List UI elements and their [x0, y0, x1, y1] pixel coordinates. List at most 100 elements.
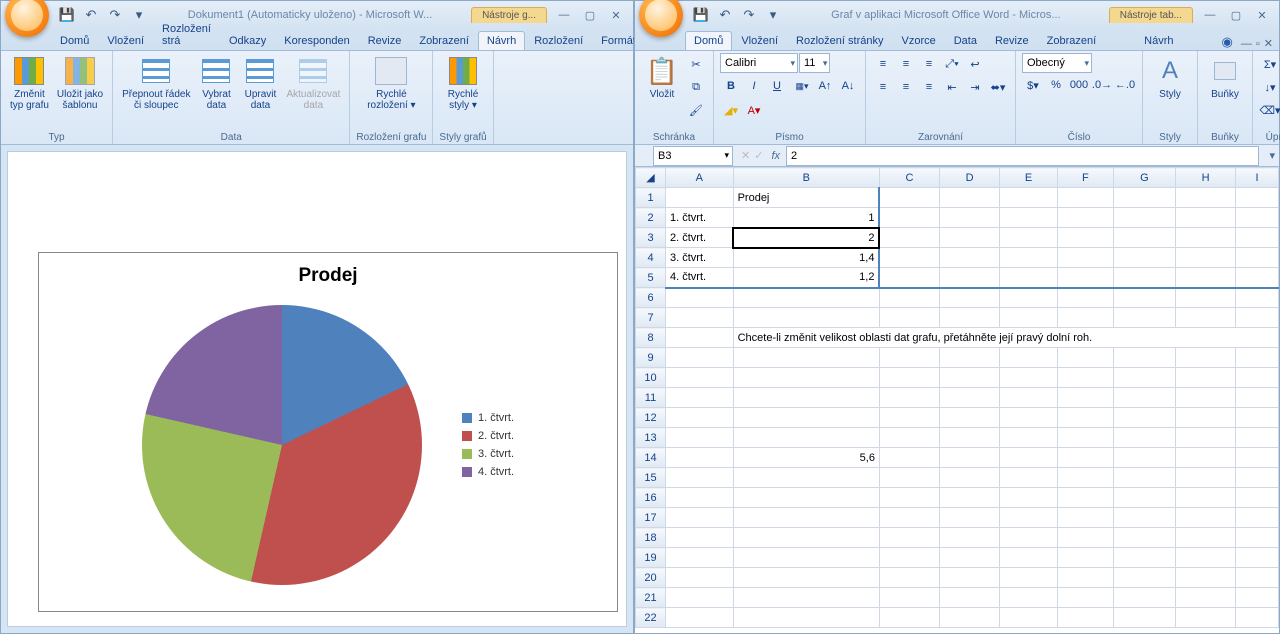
doc-close-icon[interactable]: ✕: [1264, 37, 1273, 50]
col-header[interactable]: G: [1113, 168, 1175, 188]
cell-selected[interactable]: 2: [733, 228, 879, 248]
shrink-font-icon[interactable]: A↓: [837, 75, 859, 97]
align-center-icon[interactable]: ≡: [895, 76, 917, 98]
tab-zobrazeni[interactable]: Zobrazení: [1038, 31, 1106, 50]
cut-icon[interactable]: ✂: [685, 53, 707, 75]
merge-center-icon[interactable]: ⬌▾: [987, 76, 1009, 98]
decrease-decimal-icon[interactable]: ←.0: [1114, 74, 1136, 96]
row-header[interactable]: 21: [636, 588, 666, 608]
row-header[interactable]: 19: [636, 548, 666, 568]
spreadsheet-grid[interactable]: ◢ A B C D E F G H I 1Prodej 21. čtvrt.1 …: [635, 167, 1279, 633]
help-icon[interactable]: ◉: [1222, 34, 1233, 50]
cancel-formula-icon[interactable]: ✕: [741, 149, 750, 162]
row-header[interactable]: 5: [636, 268, 666, 288]
row-header[interactable]: 17: [636, 508, 666, 528]
copy-icon[interactable]: ⧉: [685, 76, 707, 98]
undo-icon[interactable]: ↶: [715, 5, 735, 25]
row-header[interactable]: 6: [636, 288, 666, 308]
wrap-text-icon[interactable]: ↩: [964, 53, 986, 75]
row-header[interactable]: 11: [636, 388, 666, 408]
row-header[interactable]: 16: [636, 488, 666, 508]
col-header[interactable]: D: [940, 168, 1000, 188]
tab-rozlozeni-stranky[interactable]: Rozložení strá: [153, 19, 220, 50]
row-header[interactable]: 15: [636, 468, 666, 488]
font-name-combo[interactable]: Calibri: [720, 53, 798, 73]
pie-chart-object[interactable]: Prodej 1. čtvrt. 2. čtvrt. 3. čtvrt. 4. …: [38, 252, 618, 612]
tab-navrh[interactable]: Návrh: [1135, 31, 1182, 50]
qat-dropdown-icon[interactable]: ▾: [763, 5, 783, 25]
orientation-icon[interactable]: ⤢▾: [941, 53, 963, 75]
col-header[interactable]: E: [1000, 168, 1058, 188]
save-as-template-button[interactable]: Uložit jako šablonu: [54, 53, 106, 113]
save-icon[interactable]: 💾: [57, 5, 77, 25]
percent-icon[interactable]: %: [1045, 74, 1067, 96]
redo-icon[interactable]: ↷: [105, 5, 125, 25]
close-icon[interactable]: ✕: [1251, 7, 1273, 23]
col-header[interactable]: B: [733, 168, 879, 188]
align-middle-icon[interactable]: ≡: [895, 53, 917, 75]
fill-color-button[interactable]: ◢▾: [720, 99, 742, 121]
tab-domu[interactable]: Domů: [51, 31, 98, 50]
switch-row-col-button[interactable]: Přepnout řádek či sloupec: [119, 53, 193, 113]
cells-button[interactable]: Buňky: [1204, 53, 1246, 102]
tab-korespondence[interactable]: Koresponden: [275, 31, 358, 50]
word-document-area[interactable]: Prodej 1. čtvrt. 2. čtvrt. 3. čtvrt. 4. …: [7, 151, 627, 627]
row-header[interactable]: 18: [636, 528, 666, 548]
save-icon[interactable]: 💾: [691, 5, 711, 25]
col-header[interactable]: F: [1058, 168, 1114, 188]
cell[interactable]: 2. čtvrt.: [666, 228, 734, 248]
row-header[interactable]: 4: [636, 248, 666, 268]
increase-decimal-icon[interactable]: .0→: [1091, 74, 1113, 96]
cell[interactable]: 1: [733, 208, 879, 228]
excel-context-tab[interactable]: Nástroje tab...: [1109, 7, 1193, 23]
chart-title[interactable]: Prodej: [51, 265, 605, 287]
col-header[interactable]: H: [1176, 168, 1236, 188]
tab-zobrazeni[interactable]: Zobrazení: [410, 31, 478, 50]
tab-revize[interactable]: Revize: [986, 31, 1038, 50]
currency-icon[interactable]: $▾: [1022, 74, 1044, 96]
row-header[interactable]: 12: [636, 408, 666, 428]
clear-icon[interactable]: ⌫▾: [1259, 99, 1280, 121]
tab-vlozeni[interactable]: Vložení: [98, 31, 153, 50]
increase-indent-icon[interactable]: ⇥: [964, 76, 986, 98]
select-data-button[interactable]: Vybrat data: [195, 53, 237, 113]
tab-rozlozeni-stranky[interactable]: Rozložení stránky: [787, 31, 892, 50]
change-chart-type-button[interactable]: Změnit typ grafu: [7, 53, 52, 113]
cell[interactable]: 4. čtvrt.: [666, 268, 734, 288]
align-bottom-icon[interactable]: ≡: [918, 53, 940, 75]
styles-button[interactable]: AStyly: [1149, 53, 1191, 102]
cell[interactable]: 1,2: [733, 268, 879, 288]
row-header[interactable]: 9: [636, 348, 666, 368]
enter-formula-icon[interactable]: ✓: [754, 149, 763, 162]
fx-icon[interactable]: fx: [771, 150, 786, 162]
paste-button[interactable]: 📋Vložit: [641, 53, 683, 102]
border-button[interactable]: ▦▾: [791, 75, 813, 97]
italic-button[interactable]: I: [743, 75, 765, 97]
cell[interactable]: 3. čtvrt.: [666, 248, 734, 268]
cell[interactable]: 5,6: [733, 448, 879, 468]
format-painter-icon[interactable]: 🖌: [685, 99, 707, 121]
select-all-corner[interactable]: ◢: [636, 168, 666, 188]
fill-icon[interactable]: ↓▾: [1259, 76, 1280, 98]
row-header[interactable]: 1: [636, 188, 666, 208]
decrease-indent-icon[interactable]: ⇤: [941, 76, 963, 98]
tab-navrh[interactable]: Návrh: [478, 31, 525, 50]
cell[interactable]: 1,4: [733, 248, 879, 268]
tab-domu[interactable]: Domů: [685, 31, 732, 50]
chart-legend[interactable]: 1. čtvrt. 2. čtvrt. 3. čtvrt. 4. čtvrt.: [462, 406, 514, 484]
name-box[interactable]: B3: [653, 146, 733, 166]
col-header[interactable]: I: [1236, 168, 1279, 188]
tab-rozlozeni[interactable]: Rozložení: [525, 31, 592, 50]
autosum-icon[interactable]: Σ▾: [1259, 53, 1280, 75]
cell[interactable]: 1. čtvrt.: [666, 208, 734, 228]
align-right-icon[interactable]: ≡: [918, 76, 940, 98]
tab-data[interactable]: Data: [945, 31, 986, 50]
row-header[interactable]: 8: [636, 328, 666, 348]
row-header[interactable]: 7: [636, 308, 666, 328]
minimize-icon[interactable]: —: [1199, 7, 1221, 23]
row-header[interactable]: 14: [636, 448, 666, 468]
row-header[interactable]: 10: [636, 368, 666, 388]
row-header[interactable]: 22: [636, 608, 666, 628]
formula-input[interactable]: 2: [786, 146, 1259, 166]
close-icon[interactable]: ✕: [605, 7, 627, 23]
